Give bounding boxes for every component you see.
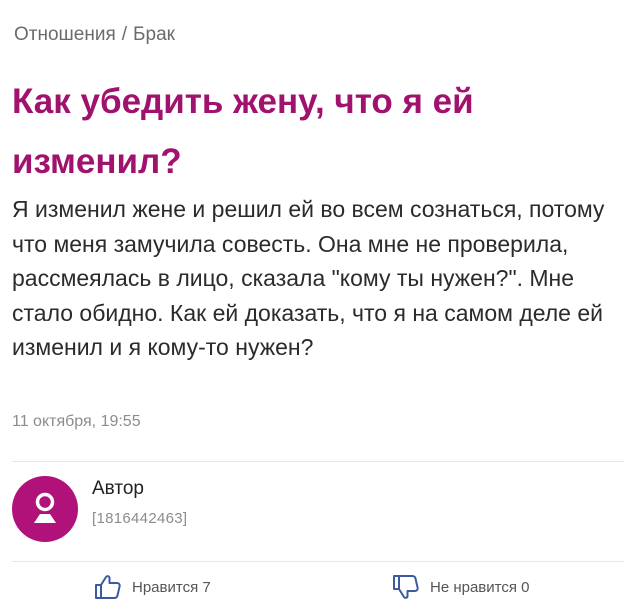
- author-id: [1816442463]: [92, 510, 188, 527]
- breadcrumb: Отношения / Брак: [14, 24, 175, 46]
- author-info: Автор [1816442463]: [92, 476, 187, 527]
- divider: [12, 561, 624, 562]
- question-title: Как убедить жену, что я ей изменил?: [12, 82, 474, 181]
- dislike-label: Не нравится 0: [430, 578, 530, 596]
- author-name[interactable]: Автор: [92, 478, 187, 500]
- dislike-button[interactable]: Не нравится 0: [392, 574, 530, 600]
- thumbs-up-icon: [95, 575, 121, 599]
- avatar[interactable]: [12, 476, 78, 542]
- question-body: Я изменил жене и решил ей во всем сознат…: [12, 196, 605, 360]
- breadcrumb-separator: /: [121, 24, 128, 45]
- question-timestamp: 11 октября, 19:55: [12, 413, 141, 430]
- divider: [12, 461, 624, 462]
- like-button[interactable]: Нравится 7: [94, 574, 211, 600]
- like-label: Нравится 7: [132, 578, 211, 596]
- author-block[interactable]: Автор [1816442463]: [12, 476, 187, 542]
- breadcrumb-subcategory-link[interactable]: Брак: [133, 24, 175, 45]
- user-silhouette-icon: [34, 492, 56, 523]
- thumbs-down-icon: [393, 575, 419, 599]
- breadcrumb-category-link[interactable]: Отношения: [14, 24, 116, 45]
